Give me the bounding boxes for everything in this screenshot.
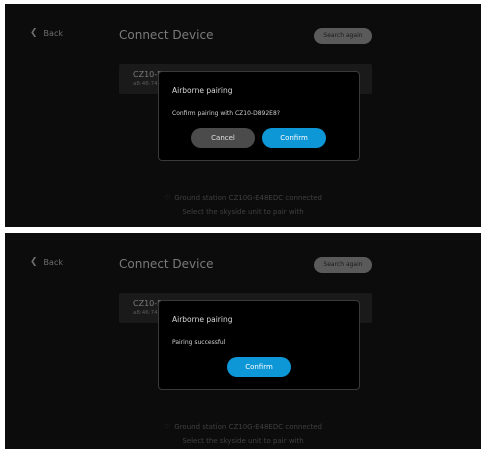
ground-station-status: ♡ Ground station CZ10G-E48EDC connected — [5, 194, 481, 202]
heart-icon: ♡ — [163, 194, 171, 202]
confirm-button[interactable]: Confirm — [227, 357, 291, 377]
dialog-title: Airborne pairing — [172, 315, 233, 324]
connect-device-screen-success: ❮ Back Connect Device Search again CZ10-… — [5, 233, 481, 449]
back-button[interactable]: ❮ Back — [30, 28, 63, 38]
dialog-title: Airborne pairing — [172, 86, 233, 95]
confirm-button[interactable]: Confirm — [262, 128, 326, 148]
back-label: Back — [43, 28, 63, 38]
back-label: Back — [43, 257, 63, 267]
dialog-message: Confirm pairing with CZ10-D892E8? — [172, 110, 280, 117]
chevron-left-icon: ❮ — [30, 257, 38, 267]
page-title: Connect Device — [119, 28, 214, 42]
device-mac: a8:46:74 — [133, 310, 158, 316]
connect-device-screen-confirm: ❮ Back Connect Device Search again CZ10-… — [5, 4, 481, 227]
airborne-pairing-dialog: Airborne pairing Pairing successful Conf… — [158, 300, 360, 390]
search-again-button[interactable]: Search again — [314, 257, 372, 273]
device-mac: a8:46:74 — [133, 81, 158, 87]
pair-instructions: Select the skyside unit to pair with — [182, 208, 304, 216]
ground-station-status-text: Ground station CZ10G-E48EDC connected — [174, 194, 323, 202]
airborne-pairing-dialog: Airborne pairing Confirm pairing with CZ… — [158, 71, 360, 161]
search-again-button[interactable]: Search again — [314, 28, 372, 44]
heart-icon: ♡ — [163, 423, 171, 431]
ground-station-status-text: Ground station CZ10G-E48EDC connected — [174, 423, 323, 431]
back-button[interactable]: ❮ Back — [30, 257, 63, 267]
ground-station-status: ♡ Ground station CZ10G-E48EDC connected — [5, 423, 481, 431]
cancel-button[interactable]: Cancel — [191, 128, 255, 148]
chevron-left-icon: ❮ — [30, 28, 38, 38]
page-title: Connect Device — [119, 257, 214, 271]
pair-instructions: Select the skyside unit to pair with — [182, 437, 304, 445]
dialog-message: Pairing successful — [172, 339, 226, 346]
